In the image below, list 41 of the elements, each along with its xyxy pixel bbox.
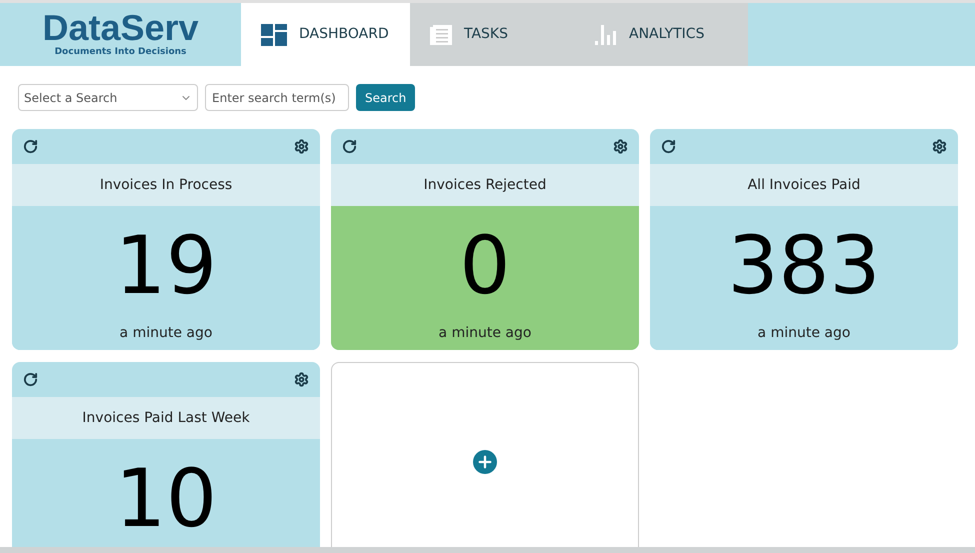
refresh-icon: [342, 139, 357, 154]
search-select[interactable]: Select a Search: [18, 84, 198, 111]
refresh-button[interactable]: [23, 139, 38, 154]
settings-icon: [613, 139, 628, 154]
refresh-icon: [661, 139, 676, 154]
nav-tab[interactable]: DASHBOARD: [241, 3, 410, 66]
metric-value: 0: [460, 226, 510, 306]
settings-icon: [294, 372, 309, 387]
metric-value: 19: [115, 226, 217, 306]
refresh-button[interactable]: [23, 372, 38, 387]
settings-button[interactable]: [294, 372, 309, 387]
logo-wordmark: DataServ: [42, 10, 199, 46]
updated-time: a minute ago: [120, 324, 212, 343]
updated-time: a minute ago: [438, 324, 532, 343]
refresh-icon: [23, 372, 38, 387]
refresh-button[interactable]: [342, 139, 357, 154]
refresh-icon: [23, 139, 38, 154]
settings-button[interactable]: [932, 139, 947, 154]
refresh-button[interactable]: [661, 139, 676, 154]
search-field[interactable]: Enter search term(s): [205, 84, 349, 111]
add-button[interactable]: [473, 450, 497, 474]
nav-tab[interactable]: ANALYTICS: [575, 3, 748, 66]
logo-tagline: Documents Into Decisions: [54, 46, 186, 59]
card-title: Invoices Paid Last Week: [12, 397, 320, 439]
settings-button[interactable]: [294, 139, 309, 154]
card-title: Invoices Rejected: [331, 164, 639, 206]
updated-time: a minute ago: [758, 324, 850, 343]
metric-value: 383: [728, 226, 880, 306]
nav-tab[interactable]: TASKS: [410, 3, 575, 66]
document-list-icon: [430, 24, 452, 44]
settings-icon: [932, 139, 947, 154]
card-title: All Invoices Paid: [650, 164, 958, 206]
settings-button[interactable]: [613, 139, 628, 154]
card-title: Invoices In Process: [12, 164, 320, 206]
settings-icon: [294, 139, 309, 154]
plus-icon: [476, 453, 494, 471]
search-button[interactable]: Search: [356, 84, 416, 111]
bar-chart-icon: [595, 24, 617, 44]
logo[interactable]: DataServ Documents Into Decisions: [0, 3, 241, 66]
dashboard-icon: [261, 24, 287, 46]
metric-value: 10: [115, 459, 217, 539]
